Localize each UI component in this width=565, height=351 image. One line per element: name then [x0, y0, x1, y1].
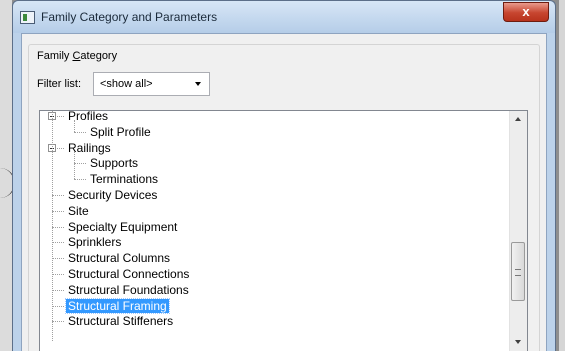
tree-item-label: Specialty Equipment — [68, 219, 178, 234]
family-category-group: Family Category Filter list: <show all> … — [28, 44, 540, 351]
close-button[interactable]: x — [503, 2, 549, 22]
tree-item[interactable]: Structural Connections — [66, 267, 191, 283]
family-category-dialog: Family Category and Parameters x Family … — [12, 0, 556, 351]
tree-item-label: Structural Columns — [68, 251, 171, 266]
tree-child-line — [74, 120, 75, 132]
chevron-down-icon — [195, 82, 201, 86]
tree-connector — [74, 179, 86, 181]
tree-item[interactable]: Specialty Equipment — [66, 220, 179, 236]
tree-item[interactable]: Structural Foundations — [66, 283, 191, 299]
tree-item[interactable]: Structural Framing — [65, 297, 170, 315]
scroll-down-button[interactable] — [510, 334, 527, 351]
tree-connector — [52, 226, 64, 228]
vertical-scrollbar[interactable] — [509, 111, 527, 351]
tree-item-label: Railings — [68, 140, 111, 155]
tree-item-label: Split Profile — [90, 124, 151, 139]
category-tree[interactable]: Profiles Split Profile Railings Supports Ter… — [39, 110, 528, 351]
window-title: Family Category and Parameters — [41, 10, 218, 24]
tree-connector — [52, 274, 64, 275]
tree-item-label: Terminations — [90, 172, 159, 187]
tree-connector — [52, 305, 64, 307]
tree-item[interactable]: Terminations — [88, 172, 160, 188]
filter-list-dropdown[interactable]: <show all> — [93, 72, 210, 96]
background-right — [559, 0, 565, 351]
scroll-thumb[interactable] — [511, 242, 525, 301]
tree-item[interactable]: Structural Columns — [66, 251, 172, 267]
tree-item-label: Profiles — [68, 110, 109, 123]
dialog-body: Family Category Filter list: <show all> … — [21, 33, 547, 351]
tree-child-line — [74, 151, 75, 180]
tree-root-line — [52, 111, 53, 341]
tree-item-label: Sprinklers — [68, 235, 122, 250]
tree-item[interactable]: Profiles — [66, 110, 110, 125]
tree-connector — [52, 321, 64, 323]
tree-connector — [74, 163, 86, 165]
tree-connector — [52, 242, 64, 244]
tree-item[interactable]: Split Profile — [88, 125, 153, 141]
tree-item-label: Structural Connections — [68, 267, 190, 281]
tree-item-label: Structural Stiffeners — [68, 314, 174, 329]
group-title: Family Category — [37, 50, 118, 62]
tree-connector — [52, 210, 64, 212]
tree-item[interactable]: Site — [66, 204, 91, 220]
filter-list-label: Filter list: — [37, 78, 81, 90]
tree-item-label: Site — [68, 203, 89, 218]
tree-connector — [52, 195, 64, 196]
tree-item[interactable]: Railings — [66, 141, 113, 157]
tree-item-label: Structural Foundations — [68, 282, 189, 297]
tree-item[interactable]: Structural Stiffeners — [66, 314, 175, 330]
app-icon — [20, 11, 35, 24]
tree-connector — [52, 289, 64, 291]
scroll-up-button[interactable] — [510, 111, 527, 128]
tree-item[interactable]: Security Devices — [66, 188, 159, 204]
title-bar[interactable]: Family Category and Parameters x — [13, 1, 555, 33]
tree-connector — [74, 131, 86, 133]
tree-item-label: Supports — [90, 156, 139, 171]
tree-item[interactable]: Sprinklers — [66, 235, 123, 251]
filter-list-value: <show all> — [100, 78, 153, 90]
tree-item[interactable]: Supports — [88, 156, 140, 172]
tree-item-label: Structural Framing — [65, 297, 170, 314]
tree-connector — [52, 258, 64, 260]
tree-item-label: Security Devices — [68, 188, 158, 202]
